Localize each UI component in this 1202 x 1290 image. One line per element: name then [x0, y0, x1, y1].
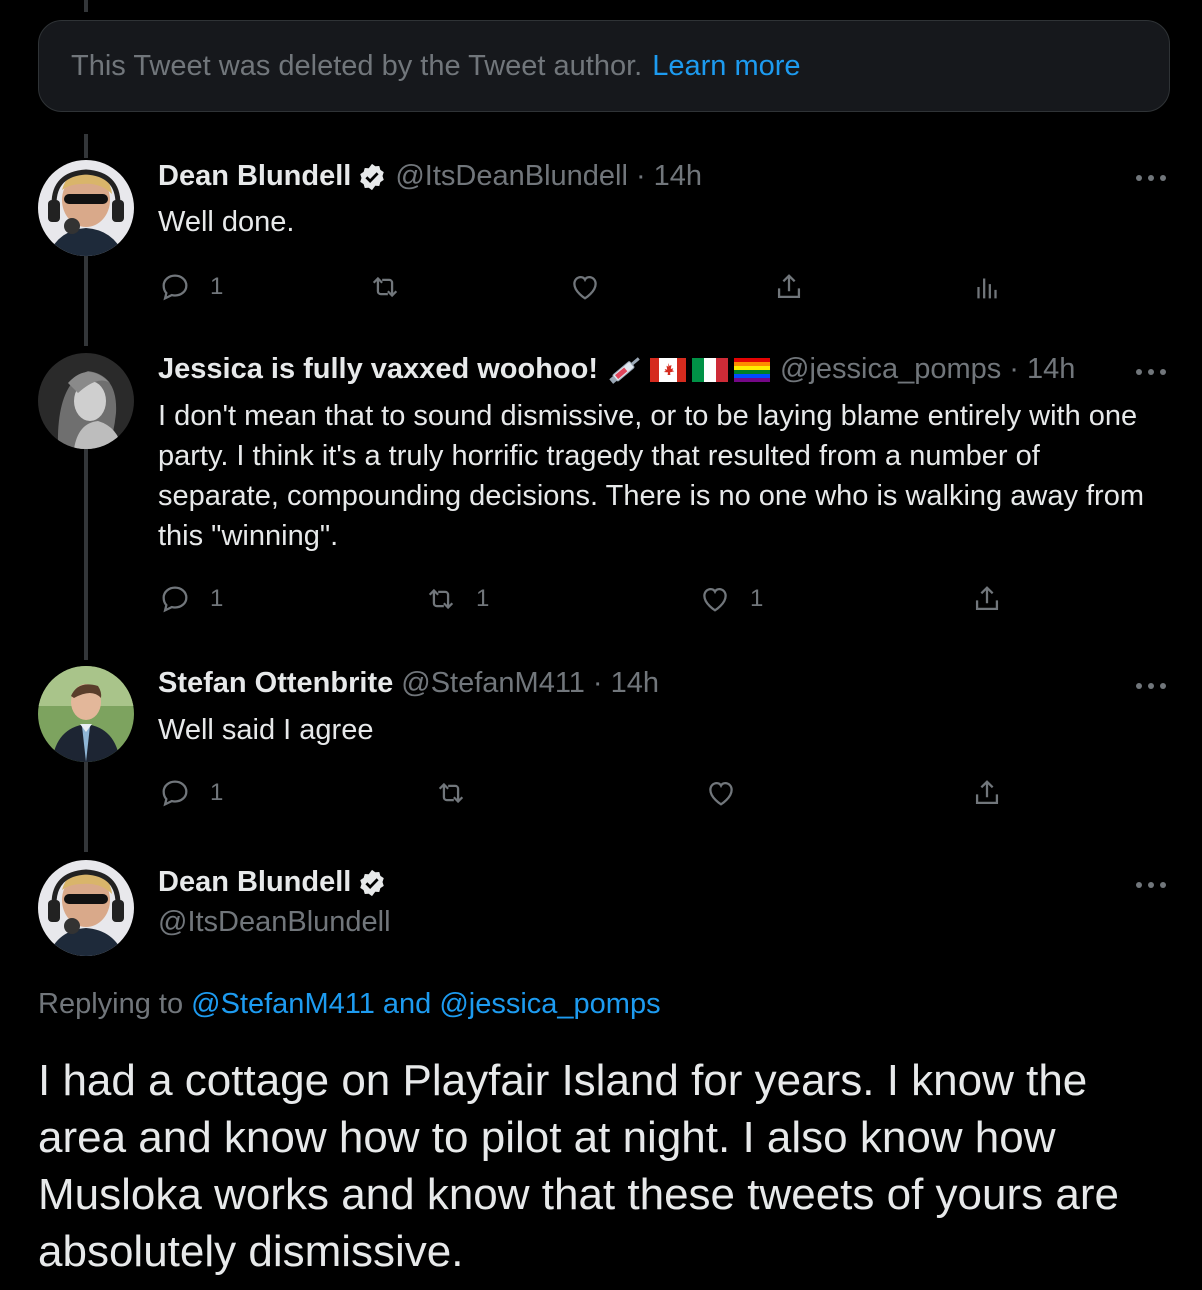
- reply-count: 1: [210, 273, 224, 300]
- tweet-time[interactable]: · 14h: [636, 160, 702, 193]
- heart-icon: [709, 781, 733, 806]
- author-name[interactable]: Dean Blundell: [158, 160, 351, 193]
- like-button[interactable]: [704, 776, 738, 810]
- syringe-icon: [609, 356, 640, 384]
- analytics-button[interactable]: [970, 270, 1004, 304]
- rainbow-flag-icon: [734, 357, 770, 382]
- author-name[interactable]: Stefan Ottenbrite: [158, 667, 393, 700]
- reply-button[interactable]: 1: [158, 270, 223, 304]
- tweet-text: Well done.: [158, 206, 295, 238]
- replying-prefix: Replying to: [38, 988, 184, 1020]
- replying-to: Replying to @StefanM411 and @jessica_pom…: [38, 988, 661, 1021]
- retweet-icon: [428, 588, 454, 610]
- retweet-icon: [438, 782, 464, 804]
- share-icon: [975, 586, 999, 611]
- avatar[interactable]: [38, 666, 134, 762]
- more-options-icon[interactable]: [1134, 880, 1168, 890]
- heart-icon: [703, 587, 727, 612]
- tweet-header: Dean Blundell @ItsDeanBlundell · 14h: [158, 160, 702, 193]
- tweet-text: I don't mean that to sound dismissive, o…: [158, 400, 1144, 552]
- thread-line: [84, 0, 88, 12]
- tweet-text: Well said I agree: [158, 714, 374, 746]
- reply-icon: [162, 586, 188, 613]
- tweet-header: Jessica is fully vaxxed woohoo! @jessica…: [158, 353, 1075, 386]
- retweet-icon: [372, 276, 398, 298]
- share-button[interactable]: [970, 776, 1004, 810]
- share-button[interactable]: [772, 270, 806, 304]
- reply-button[interactable]: 1: [158, 776, 223, 810]
- reply-count: 1: [210, 585, 224, 612]
- share-icon: [777, 274, 801, 299]
- more-options-icon[interactable]: [1134, 681, 1168, 691]
- retweet-count: 1: [476, 585, 490, 612]
- mention-link[interactable]: @jessica_pomps: [439, 988, 660, 1020]
- author-handle[interactable]: @StefanM411: [401, 667, 585, 700]
- thread-line: [84, 448, 88, 660]
- thread-line: [84, 256, 88, 346]
- replying-and[interactable]: and: [383, 988, 431, 1020]
- author-handle[interactable]: @ItsDeanBlundell: [158, 906, 391, 939]
- author-name[interactable]: Jessica is fully vaxxed woohoo!: [158, 353, 598, 386]
- more-options-icon[interactable]: [1134, 173, 1168, 183]
- reply-button[interactable]: 1: [158, 582, 223, 616]
- share-icon: [975, 780, 999, 805]
- like-button[interactable]: 1: [698, 582, 763, 616]
- retweet-button[interactable]: [368, 270, 402, 304]
- tweet-time[interactable]: · 14h: [1009, 353, 1075, 386]
- canada-flag-icon: [650, 357, 686, 382]
- reply-icon: [162, 274, 188, 301]
- deleted-tweet-notice: This Tweet was deleted by the Tweet auth…: [38, 20, 1170, 112]
- deleted-notice-text: This Tweet was deleted by the Tweet auth…: [71, 49, 643, 82]
- italy-flag-icon: [692, 357, 728, 382]
- tweet-actions: 1: [158, 776, 1058, 816]
- author-name[interactable]: Dean Blundell: [158, 866, 351, 899]
- thread-line: [84, 762, 88, 852]
- tweet-header: Stefan Ottenbrite @StefanM411 · 14h: [158, 667, 659, 700]
- verified-badge-icon: [360, 163, 385, 190]
- verified-badge-icon: [360, 869, 385, 896]
- more-options-icon[interactable]: [1134, 367, 1168, 377]
- main-tweet-text: I had a cottage on Playfair Island for y…: [38, 1056, 1119, 1276]
- tweet-actions: 1: [158, 270, 1058, 310]
- like-button[interactable]: [568, 270, 602, 304]
- learn-more-link[interactable]: Learn more: [652, 50, 800, 83]
- avatar[interactable]: [38, 160, 134, 256]
- avatar[interactable]: [38, 353, 134, 449]
- main-author: Dean Blundell: [158, 866, 395, 899]
- share-button[interactable]: [970, 582, 1004, 616]
- heart-icon: [573, 275, 597, 300]
- reply-icon: [162, 780, 188, 807]
- retweet-button[interactable]: 1: [424, 582, 489, 616]
- analytics-icon: [977, 278, 997, 299]
- author-handle[interactable]: @ItsDeanBlundell: [395, 160, 628, 193]
- retweet-button[interactable]: [434, 776, 468, 810]
- like-count: 1: [750, 585, 764, 612]
- thread-line: [84, 134, 88, 158]
- tweet-time[interactable]: · 14h: [593, 667, 659, 700]
- author-handle[interactable]: @jessica_pomps: [780, 353, 1001, 386]
- avatar[interactable]: [38, 860, 134, 956]
- mention-link[interactable]: @StefanM411: [191, 988, 375, 1020]
- reply-count: 1: [210, 779, 224, 806]
- tweet-actions: 1 1 1: [158, 582, 1058, 622]
